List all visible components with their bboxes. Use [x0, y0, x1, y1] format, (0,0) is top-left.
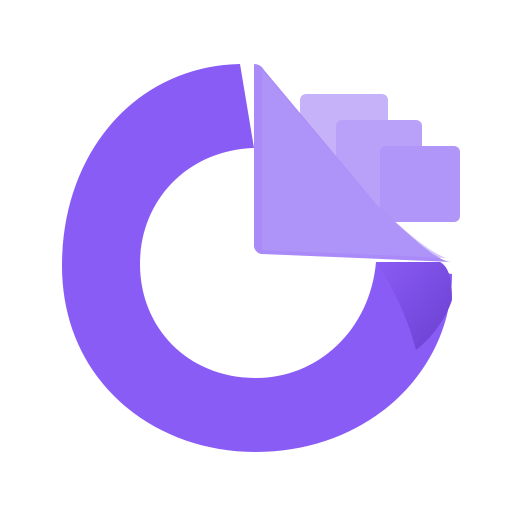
app-logo-icon: [0, 0, 512, 512]
page-front-right: [380, 146, 460, 222]
app-icon: [0, 0, 512, 512]
